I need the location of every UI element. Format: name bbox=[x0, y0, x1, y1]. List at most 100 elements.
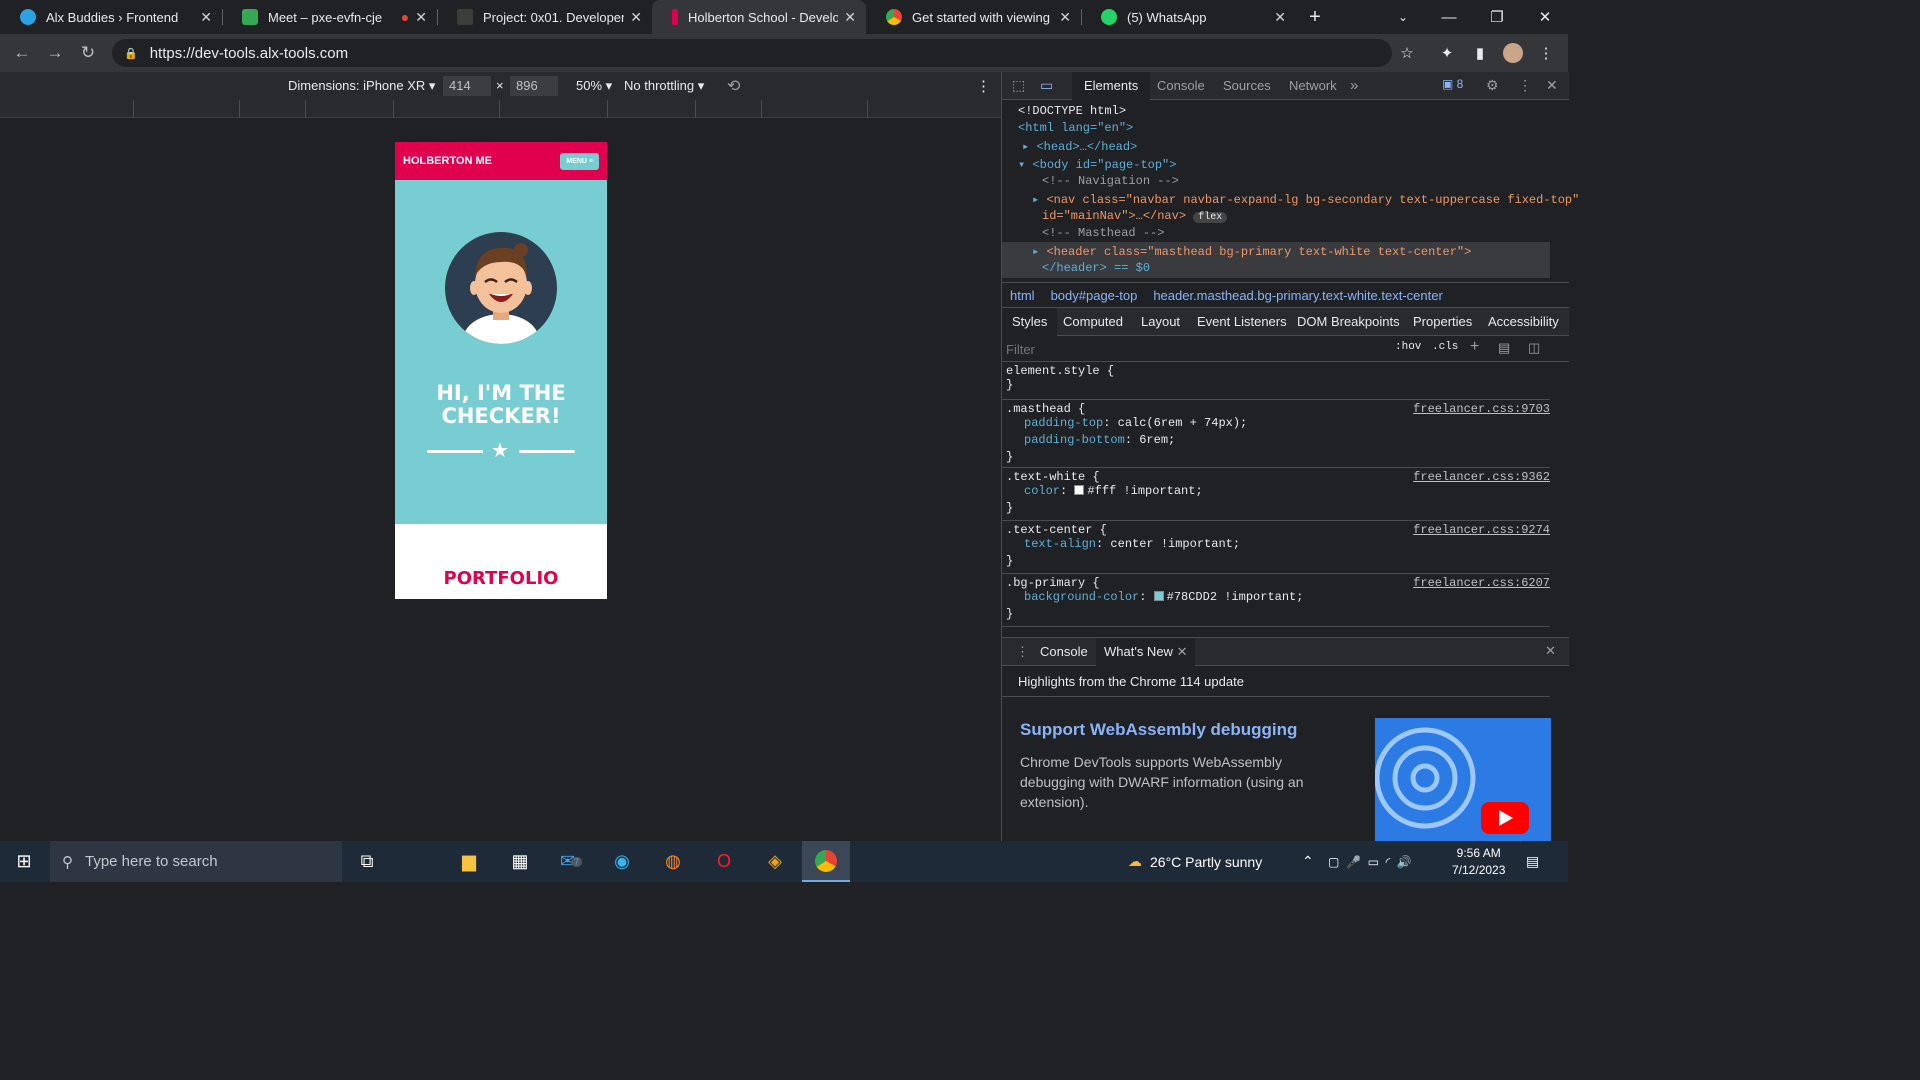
css-property[interactable]: background-color: #78CDD2 !important; bbox=[1006, 590, 1546, 607]
device-toggle-icon[interactable]: ▭ bbox=[1040, 77, 1053, 94]
color-swatch[interactable] bbox=[1153, 591, 1164, 601]
side-panel-icon[interactable]: ▮ bbox=[1467, 40, 1493, 66]
brave-icon[interactable]: ◈ bbox=[751, 841, 799, 882]
breadcrumb-body[interactable]: body#page-top bbox=[1051, 288, 1138, 303]
rule-source-link[interactable]: freelancer.css:9274 bbox=[1413, 523, 1550, 537]
reload-icon[interactable]: ↻ bbox=[75, 40, 101, 66]
tab-project[interactable]: Project: 0x01. Developer to ✕ bbox=[437, 0, 652, 34]
drawer-menu-icon[interactable]: ⋮ bbox=[1016, 644, 1029, 660]
close-tab-icon[interactable]: ✕ bbox=[415, 9, 427, 26]
close-tab-icon[interactable]: ✕ bbox=[1059, 9, 1071, 26]
paint-icon[interactable]: ▤ bbox=[1498, 340, 1510, 356]
cls-toggle[interactable]: .cls bbox=[1432, 341, 1458, 353]
store-icon[interactable]: ▦ bbox=[496, 841, 544, 882]
devtools-menu-icon[interactable]: ⋮ bbox=[1518, 77, 1532, 94]
tab-search-icon[interactable]: ⌄ bbox=[1380, 0, 1426, 34]
tab-layout[interactable]: Layout bbox=[1141, 308, 1180, 336]
new-tab-button[interactable]: + bbox=[1292, 0, 1338, 34]
tab-network[interactable]: Network bbox=[1289, 72, 1337, 100]
css-property[interactable]: color: #fff !important; bbox=[1006, 484, 1546, 501]
tab-styles[interactable]: Styles bbox=[1002, 308, 1058, 336]
notifications-icon[interactable]: ▤ bbox=[1526, 841, 1539, 882]
whats-new-title[interactable]: Support WebAssembly debugging bbox=[1020, 720, 1297, 740]
minimize-button[interactable]: — bbox=[1426, 0, 1472, 34]
tab-event-listeners[interactable]: Event Listeners bbox=[1197, 308, 1287, 336]
edge-icon[interactable]: ◉ bbox=[598, 841, 646, 882]
chrome-taskbar-icon[interactable] bbox=[802, 841, 850, 882]
close-tab-icon[interactable]: ✕ bbox=[1177, 644, 1188, 659]
color-swatch[interactable] bbox=[1074, 485, 1085, 495]
rule-text-center[interactable]: .text-center { freelancer.css:9274 text-… bbox=[1002, 521, 1550, 574]
settings-gear-icon[interactable]: ⚙ bbox=[1486, 77, 1499, 94]
masthead-comment[interactable]: <!-- Masthead --> bbox=[1042, 226, 1164, 243]
kebab-menu-icon[interactable]: ⋮ bbox=[1533, 40, 1559, 66]
close-tab-icon[interactable]: ✕ bbox=[630, 9, 642, 26]
rule-bg-primary[interactable]: .bg-primary { freelancer.css:6207 backgr… bbox=[1002, 574, 1550, 627]
tab-properties[interactable]: Properties bbox=[1413, 308, 1472, 336]
device-dimensions-select[interactable]: Dimensions: iPhone XR bbox=[288, 78, 435, 94]
taskbar-search[interactable]: ⚲ Type here to search bbox=[50, 841, 342, 882]
tab-alx-buddies[interactable]: Alx Buddies › Frontend ✕ bbox=[0, 0, 222, 34]
nav-node[interactable]: ▸ <nav class="navbar navbar-expand-lg bg… bbox=[1032, 192, 1579, 209]
sidebar-toggle-icon[interactable]: ◫ bbox=[1528, 340, 1540, 356]
zoom-select[interactable]: 50% bbox=[576, 78, 612, 94]
rule-element-style[interactable]: element.style { } bbox=[1002, 362, 1550, 400]
doctype-node[interactable]: <!DOCTYPE html> bbox=[1018, 104, 1126, 121]
header-node[interactable]: ▸ <header class="masthead bg-primary tex… bbox=[1032, 244, 1471, 261]
close-drawer-icon[interactable]: ✕ bbox=[1545, 643, 1556, 659]
extensions-icon[interactable]: ✦ bbox=[1434, 40, 1460, 66]
styles-filter-input[interactable] bbox=[1006, 339, 1381, 359]
css-property[interactable]: padding-top: calc(6rem + 74px); bbox=[1006, 416, 1546, 433]
tab-holberton[interactable]: Holberton School - Develop ✕ bbox=[652, 0, 866, 34]
opera-icon[interactable]: O bbox=[700, 841, 748, 882]
back-icon[interactable]: ← bbox=[9, 40, 35, 66]
restore-button[interactable]: ❐ bbox=[1474, 0, 1520, 34]
tray-chevron-icon[interactable]: ⌃ bbox=[1302, 841, 1314, 882]
site-menu-button[interactable]: MENU ≡ bbox=[560, 152, 599, 170]
rule-source-link[interactable]: freelancer.css:6207 bbox=[1413, 576, 1550, 590]
nav-node-rest[interactable]: id="mainNav">…</nav> flex bbox=[1042, 209, 1228, 226]
firefox-icon[interactable]: ◍ bbox=[649, 841, 697, 882]
new-rule-icon[interactable]: + bbox=[1470, 338, 1479, 356]
head-node[interactable]: ▸ <head>…</head> bbox=[1022, 139, 1137, 156]
body-node[interactable]: ▾ <body id="page-top"> bbox=[1018, 157, 1176, 174]
rule-masthead[interactable]: .masthead { freelancer.css:9703 padding-… bbox=[1002, 400, 1550, 468]
video-thumbnail[interactable] bbox=[1375, 718, 1551, 842]
tab-meet[interactable]: Meet – pxe-evfn-cje ● ✕ bbox=[222, 0, 437, 34]
throttle-select[interactable]: No throttling bbox=[624, 78, 704, 94]
header-close-node[interactable]: </header> == $0 bbox=[1042, 261, 1150, 278]
tab-computed[interactable]: Computed bbox=[1063, 308, 1123, 336]
tab-sources[interactable]: Sources bbox=[1223, 72, 1271, 100]
file-explorer-icon[interactable]: ▆ bbox=[445, 841, 493, 882]
device-height-input[interactable]: 896 bbox=[510, 76, 558, 96]
close-tab-icon[interactable]: ✕ bbox=[1274, 9, 1286, 26]
device-width-input[interactable]: 414 bbox=[443, 76, 491, 96]
breadcrumb-html[interactable]: html bbox=[1010, 288, 1035, 303]
weather-widget[interactable]: ☁ 26°C Partly sunny bbox=[1128, 841, 1262, 882]
mail-icon[interactable]: ✉ 7 bbox=[547, 841, 595, 882]
rule-text-white[interactable]: .text-white { freelancer.css:9362 color:… bbox=[1002, 468, 1550, 521]
bookmark-star-icon[interactable]: ☆ bbox=[1394, 40, 1420, 66]
close-window-button[interactable]: ✕ bbox=[1522, 0, 1568, 34]
close-tab-icon[interactable]: ✕ bbox=[200, 9, 212, 26]
close-devtools-icon[interactable]: ✕ bbox=[1546, 77, 1558, 94]
rule-source-link[interactable]: freelancer.css:9362 bbox=[1413, 470, 1550, 484]
more-tabs-icon[interactable]: » bbox=[1350, 72, 1358, 100]
hov-toggle[interactable]: :hov bbox=[1395, 341, 1421, 353]
html-node[interactable]: <html lang="en"> bbox=[1018, 121, 1133, 138]
task-view-icon[interactable]: ⧉ bbox=[343, 841, 391, 882]
avatar[interactable] bbox=[1500, 40, 1526, 66]
drawer-tab-whats-new[interactable]: What's New ✕ bbox=[1096, 638, 1196, 666]
tray-icons[interactable]: ▢ 🎤 ▭ ◜ 🔊 bbox=[1328, 841, 1412, 882]
tab-console[interactable]: Console bbox=[1157, 72, 1205, 100]
css-property[interactable]: text-align: center !important; bbox=[1006, 537, 1546, 554]
close-tab-icon[interactable]: ✕ bbox=[844, 9, 856, 26]
address-bar[interactable]: 🔒 https://dev-tools.alx-tools.com bbox=[112, 39, 1392, 67]
inspect-element-icon[interactable]: ⬚ bbox=[1012, 77, 1025, 94]
breadcrumb-header[interactable]: header.masthead.bg-primary.text-white.te… bbox=[1153, 288, 1443, 303]
clock[interactable]: 9:56 AM 7/12/2023 bbox=[1452, 841, 1505, 882]
tab-get-started[interactable]: Get started with viewing an ✕ bbox=[866, 0, 1081, 34]
rule-source-link[interactable]: freelancer.css:9703 bbox=[1413, 402, 1550, 416]
tab-dom-breakpoints[interactable]: DOM Breakpoints bbox=[1297, 308, 1400, 336]
tab-elements[interactable]: Elements bbox=[1072, 72, 1151, 100]
